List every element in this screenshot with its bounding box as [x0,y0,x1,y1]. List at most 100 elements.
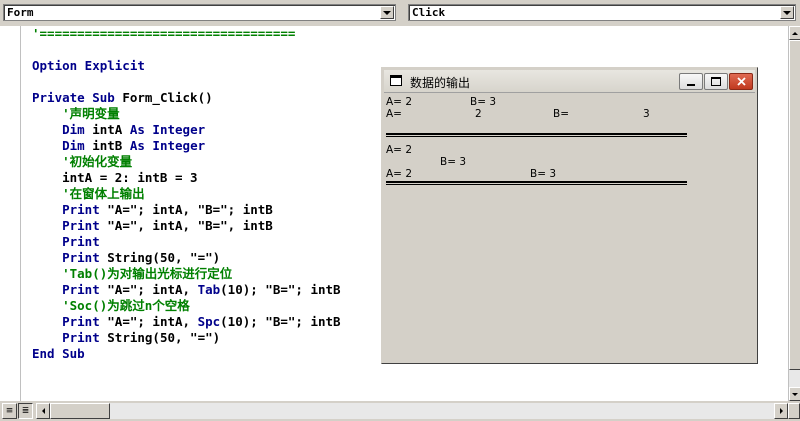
code-token: (10); "B="; intB [220,314,341,329]
full-module-view-icon: ≣ [21,406,30,416]
output-line3-a: A= 2 [386,144,412,156]
code-keyword: Tab [197,282,221,297]
chevron-down-icon [783,10,791,15]
code-line[interactable]: Option Explicit [32,58,341,74]
code-keyword: Print [32,282,108,297]
object-combo-value: Form [7,6,34,19]
code-line[interactable]: Print "A="; intA, Spc(10); "B="; intB [32,314,341,330]
chevron-down-icon [383,10,391,15]
code-line[interactable]: 'Tab()为对输出光标进行定位 [32,266,341,282]
code-keyword: Option Explicit [32,58,145,73]
code-line[interactable]: '初始化变量 [32,154,341,170]
vertical-scrollbar[interactable] [788,26,800,401]
separator-line-1 [386,133,687,137]
close-button[interactable] [729,73,753,90]
code-keyword: Spc [197,314,221,329]
code-line[interactable]: Print "A=", intA, "B=", intB [32,218,341,234]
code-keyword: Dim [32,138,93,153]
form-title-bar[interactable]: 数据的输出 [384,70,755,93]
scroll-left-button[interactable] [36,403,50,419]
code-keyword: Print [32,218,108,233]
procedure-combo[interactable]: Click [408,4,796,21]
code-token: String(50, "=") [107,250,221,265]
code-line[interactable] [32,42,341,58]
code-token: intB [92,138,130,153]
code-keyword: As Integer [129,138,206,153]
code-line[interactable]: Print String(50, "=") [32,250,341,266]
procedure-view-icon: ≡ [5,406,14,416]
object-combo-dropdown-button[interactable] [380,6,394,19]
arrow-up-icon [792,31,798,35]
code-line[interactable]: Dim intB As Integer [32,138,341,154]
form-client-area[interactable]: A= 2 B= 3 A= 2 B= 3 A= 2 B= 3 A= 2 B= 3 [385,93,754,360]
editor-margin[interactable] [0,26,21,401]
code-keyword: Print [32,250,108,265]
output-line2-a-value: 2 [475,108,482,120]
horizontal-scroll-thumb[interactable] [50,403,110,419]
maximize-button[interactable] [704,73,728,90]
code-comment: 'Tab()为对输出光标进行定位 [32,266,233,281]
code-line[interactable]: End Sub [32,346,341,362]
code-token: "A="; intA, [107,282,198,297]
scroll-right-button[interactable] [774,403,788,419]
code-line[interactable]: intA = 2: intB = 3 [32,170,341,186]
minimize-button[interactable] [679,73,703,90]
object-combo[interactable]: Form [3,4,396,21]
horizontal-scrollbar[interactable] [36,403,788,419]
code-line[interactable] [32,74,341,90]
maximize-icon [711,77,721,86]
output-line1-a: A= 2 [386,96,412,108]
code-comment: '================================== [32,26,296,41]
procedure-combo-dropdown-button[interactable] [780,6,794,19]
code-line[interactable]: Print "A="; intA, "B="; intB [32,202,341,218]
output-line5-a: A= 2 [386,168,412,180]
code-text[interactable]: '================================== Optio… [32,26,341,362]
code-keyword: Print [32,234,100,249]
arrow-down-icon [792,392,798,396]
scroll-up-button[interactable] [789,26,800,40]
form-window[interactable]: 数据的输出 A= 2 B= 3 A= 2 B= 3 A= 2 B= 3 A= 2… [381,67,758,364]
bottom-bar: ≡ ≣ [0,401,800,421]
form-window-icon [390,75,402,86]
code-keyword: As Integer [129,122,206,137]
procedure-view-button[interactable]: ≡ [2,403,17,419]
code-line[interactable]: Print String(50, "=") [32,330,341,346]
form-window-title: 数据的输出 [410,76,471,90]
code-token: "A="; intA, "B="; intB [107,202,273,217]
code-line[interactable]: Print [32,234,341,250]
code-token: String(50, "=") [107,330,221,345]
output-line4-b: B= 3 [440,156,467,168]
full-module-view-button[interactable]: ≣ [18,403,33,419]
arrow-right-icon [779,408,783,414]
code-keyword: Private Sub [32,90,123,105]
code-line[interactable]: '声明变量 [32,106,341,122]
code-keyword: Print [32,202,108,217]
arrow-left-icon [41,408,45,414]
scroll-down-button[interactable] [789,387,800,401]
size-grip [788,403,800,419]
output-line1-b: B= 3 [470,96,497,108]
code-line[interactable]: Private Sub Form_Click() [32,90,341,106]
procedure-combo-value: Click [412,6,446,19]
output-line2-b-value: 3 [643,108,650,120]
code-line[interactable]: Dim intA As Integer [32,122,341,138]
code-comment: '声明变量 [32,106,120,121]
code-line[interactable]: '================================== [32,26,341,42]
minimize-icon [687,83,695,86]
code-comment: '初始化变量 [32,154,133,169]
code-token: "A=", intA, "B=", intB [107,218,273,233]
code-line[interactable]: 'Soc()为跳过n个空格 [32,298,341,314]
code-line[interactable]: Print "A="; intA, Tab(10); "B="; intB [32,282,341,298]
scroll-thumb[interactable] [789,40,800,370]
code-keyword: Print [32,314,108,329]
code-keyword: Dim [32,122,93,137]
code-line[interactable]: '在窗体上输出 [32,186,341,202]
code-keyword: End Sub [32,346,85,361]
code-token: (10); "B="; intB [220,282,341,297]
code-token: intA [92,122,130,137]
output-line5-b: B= 3 [530,168,557,180]
output-line2-a: A= [386,108,402,120]
close-icon [736,77,746,86]
code-token: Form_Click() [122,90,213,105]
output-line2-b: B= [553,108,570,120]
